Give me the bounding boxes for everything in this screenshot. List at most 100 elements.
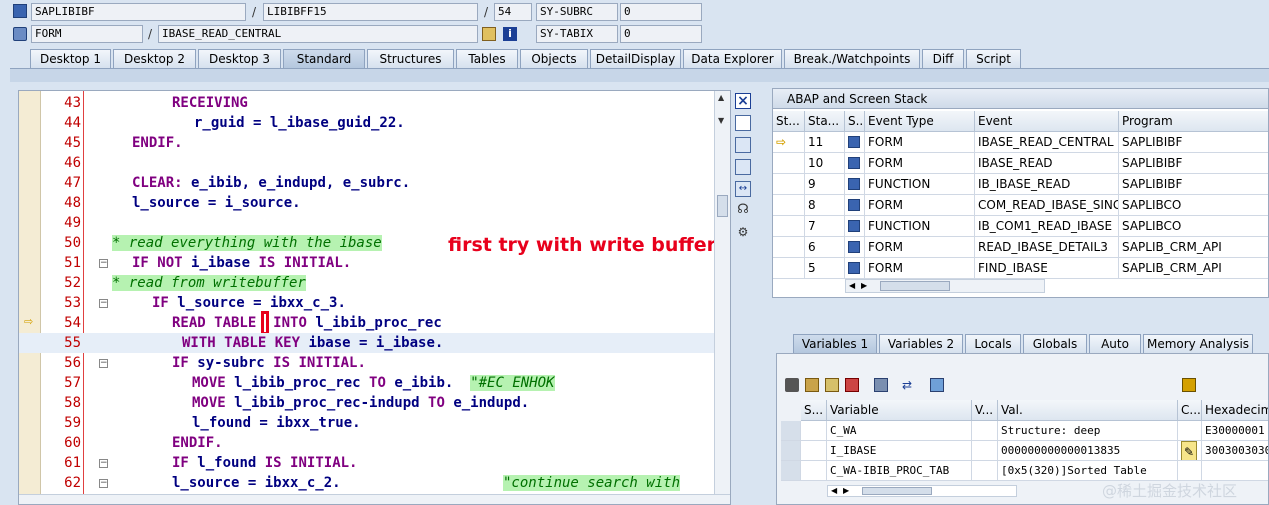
column-header[interactable]: Sta...: [805, 111, 845, 132]
scroll-right-icon[interactable]: ▶: [843, 486, 849, 495]
maximize-icon[interactable]: [735, 159, 751, 175]
line-field[interactable]: 54: [494, 3, 532, 21]
fold-toggle[interactable]: −: [99, 359, 108, 368]
settings-icon[interactable]: ⚙: [735, 225, 751, 241]
event-type[interactable]: FUNCTION: [865, 174, 975, 195]
program-name[interactable]: SAPLIBIBF: [1119, 153, 1268, 174]
program-name[interactable]: SAPLIBCO: [1119, 216, 1268, 237]
variable-name[interactable]: C_WA: [827, 421, 972, 441]
scroll-right-icon[interactable]: ▶: [861, 281, 867, 290]
row-selector[interactable]: [781, 441, 801, 461]
scroll-thumb[interactable]: [862, 487, 932, 495]
transfer-icon[interactable]: ⇄: [902, 378, 916, 392]
program-name[interactable]: SAPLIBCO: [1119, 195, 1268, 216]
stack-state-cell[interactable]: [845, 258, 865, 279]
event-type[interactable]: FORM: [865, 258, 975, 279]
program-name[interactable]: SAPLIBIBF: [1119, 174, 1268, 195]
variable-hex[interactable]: [1202, 461, 1268, 481]
scroll-thumb[interactable]: [717, 195, 728, 217]
event-type[interactable]: FORM: [865, 195, 975, 216]
column-header[interactable]: Variable: [827, 400, 972, 421]
tab-auto[interactable]: Auto: [1089, 334, 1141, 353]
stack-state-cell[interactable]: [845, 237, 865, 258]
event-name[interactable]: COM_READ_IBASE_SING...: [975, 195, 1119, 216]
sysvar1-name[interactable]: SY-SUBRC: [536, 3, 618, 21]
variable-status[interactable]: [801, 441, 827, 461]
info-icon[interactable]: i: [503, 27, 517, 41]
fold-toggle[interactable]: −: [99, 299, 108, 308]
stack-level[interactable]: 8: [805, 195, 845, 216]
current-marker-cell[interactable]: [773, 153, 805, 174]
column-header[interactable]: Event Type: [865, 111, 975, 132]
fold-toggle[interactable]: −: [99, 479, 108, 488]
variable-name[interactable]: C_WA-IBIB_PROC_TAB: [827, 461, 972, 481]
change-cell[interactable]: [1178, 461, 1202, 481]
current-marker-cell[interactable]: [773, 216, 805, 237]
export-icon[interactable]: [825, 378, 839, 392]
variable-value[interactable]: [0x5(320)]Sorted Table: [998, 461, 1178, 481]
row-selector[interactable]: [781, 421, 801, 441]
folder-icon[interactable]: [930, 378, 944, 392]
event-name[interactable]: IBASE_READ: [975, 153, 1119, 174]
stack-level[interactable]: 9: [805, 174, 845, 195]
tab-objects[interactable]: Objects: [520, 49, 588, 68]
current-marker-cell[interactable]: ⇨: [773, 132, 805, 153]
stack-level[interactable]: 10: [805, 153, 845, 174]
split-view-icon[interactable]: [735, 137, 751, 153]
column-header[interactable]: V...: [972, 400, 998, 421]
current-marker-cell[interactable]: [773, 195, 805, 216]
import-icon[interactable]: [805, 378, 819, 392]
program-name[interactable]: SAPLIB_CRM_API: [1119, 237, 1268, 258]
column-header[interactable]: Hexadecima: [1202, 400, 1268, 421]
column-header[interactable]: Event: [975, 111, 1119, 132]
tab-desktop-2[interactable]: Desktop 2: [113, 49, 196, 68]
event-field[interactable]: IBASE_READ_CENTRAL: [158, 25, 478, 43]
stack-level[interactable]: 6: [805, 237, 845, 258]
sysvar2-value[interactable]: 0: [620, 25, 702, 43]
tab-variables-1[interactable]: Variables 1: [793, 334, 877, 353]
column-header[interactable]: S...: [801, 400, 827, 421]
stack-level[interactable]: 7: [805, 216, 845, 237]
variable-status[interactable]: [801, 461, 827, 481]
program-name[interactable]: SAPLIBIBF: [1119, 132, 1268, 153]
source-icon[interactable]: [482, 27, 496, 41]
event-name[interactable]: IB_IBASE_READ: [975, 174, 1119, 195]
fold-toggle[interactable]: −: [99, 459, 108, 468]
new-window-icon[interactable]: [735, 115, 751, 131]
variable-flag[interactable]: [972, 461, 998, 481]
column-header[interactable]: Val.: [998, 400, 1178, 421]
column-header[interactable]: C...: [1178, 400, 1202, 421]
variable-value[interactable]: 000000000000013835: [998, 441, 1178, 461]
row-selector[interactable]: [781, 461, 801, 481]
stack-scrollbar[interactable]: ◀ ▶: [845, 279, 1045, 293]
sysvar2-name[interactable]: SY-TABIX: [536, 25, 618, 43]
event-type-field[interactable]: FORM: [31, 25, 143, 43]
tab-globals[interactable]: Globals: [1023, 334, 1087, 353]
stack-state-cell[interactable]: [845, 174, 865, 195]
tab-tables[interactable]: Tables: [456, 49, 518, 68]
event-name[interactable]: FIND_IBASE: [975, 258, 1119, 279]
tab-desktop-3[interactable]: Desktop 3: [198, 49, 281, 68]
tab-desktop-1[interactable]: Desktop 1: [30, 49, 111, 68]
tab-variables-2[interactable]: Variables 2: [879, 334, 963, 353]
scroll-up-icon[interactable]: ▲: [718, 93, 724, 102]
stack-state-cell[interactable]: [845, 153, 865, 174]
variable-hex[interactable]: 3003003030: [1202, 441, 1268, 461]
current-marker-cell[interactable]: [773, 174, 805, 195]
stack-state-cell[interactable]: [845, 132, 865, 153]
tab-standard[interactable]: Standard: [283, 49, 365, 68]
variable-name[interactable]: I_IBASE: [827, 441, 972, 461]
variable-flag[interactable]: [972, 441, 998, 461]
tab-breakpoints[interactable]: Break./Watchpoints: [784, 49, 920, 68]
event-type[interactable]: FORM: [865, 237, 975, 258]
close-icon[interactable]: ×: [735, 93, 751, 109]
include-field[interactable]: LIBIBFF15: [263, 3, 478, 21]
scroll-left-icon[interactable]: ◀: [831, 486, 837, 495]
column-header[interactable]: Program: [1119, 111, 1268, 132]
program-field[interactable]: SAPLIBIBF: [31, 3, 246, 21]
editor-vertical-scrollbar[interactable]: ▲ ▼: [714, 91, 730, 496]
event-name[interactable]: IBASE_READ_CENTRAL: [975, 132, 1119, 153]
event-name[interactable]: IB_COM1_READ_IBASE: [975, 216, 1119, 237]
column-header[interactable]: St...: [773, 111, 805, 132]
source-editor[interactable]: 43 RECEIVING 44 r_guid = l_ibase_guid_22. …: [18, 90, 731, 505]
